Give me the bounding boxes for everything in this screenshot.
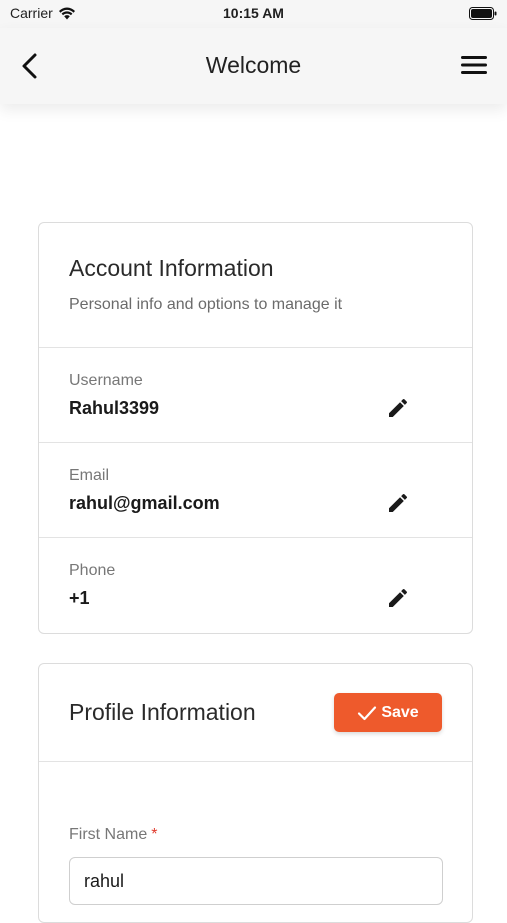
- account-card-header: Account Information Personal info and op…: [39, 223, 472, 348]
- username-label: Username: [69, 372, 143, 389]
- page-title: Welcome: [205, 52, 302, 78]
- username-row: Username Rahul3399: [39, 348, 472, 443]
- account-card-subtitle: Personal info and options to manage it: [69, 296, 343, 313]
- edit-username-pencil-icon[interactable]: [386, 396, 410, 420]
- email-label: Email: [69, 467, 110, 484]
- profile-information-card: Profile Information Save First Name *: [38, 663, 473, 923]
- first-name-label-text: First Name: [69, 826, 148, 843]
- save-button-label: Save: [381, 703, 419, 721]
- edit-email-pencil-icon[interactable]: [386, 491, 410, 515]
- check-icon: [358, 705, 377, 720]
- email-row: Email rahul@gmail.com: [39, 443, 472, 538]
- nav-bar: Welcome: [0, 28, 507, 104]
- battery-icon: [469, 7, 497, 20]
- required-marker: *: [151, 826, 158, 843]
- account-information-card: Account Information Personal info and op…: [38, 222, 473, 634]
- first-name-input[interactable]: [69, 857, 443, 905]
- phone-value: +1: [69, 588, 90, 608]
- email-value: rahul@gmail.com: [69, 493, 220, 513]
- first-name-label: First Name *: [69, 826, 157, 844]
- save-button[interactable]: Save: [334, 693, 442, 732]
- edit-phone-pencil-icon[interactable]: [386, 586, 410, 610]
- profile-card-header: Profile Information Save: [39, 664, 472, 762]
- status-bar: Carrier 10:15 AM: [0, 0, 507, 28]
- phone-row: Phone +1: [39, 538, 472, 633]
- profile-card-title: Profile Information: [69, 699, 256, 725]
- status-time: 10:15 AM: [223, 5, 284, 21]
- phone-label: Phone: [69, 562, 116, 579]
- username-value: Rahul3399: [69, 398, 160, 418]
- account-card-title: Account Information: [69, 255, 274, 281]
- hamburger-menu-icon[interactable]: [461, 54, 487, 76]
